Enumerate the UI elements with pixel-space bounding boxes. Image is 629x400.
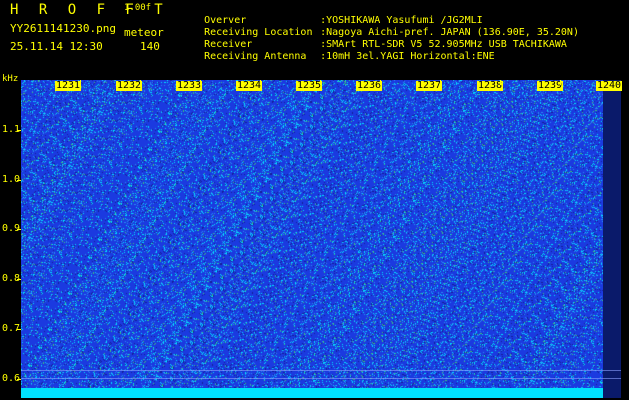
spectrogram-noise (21, 80, 603, 398)
bottom-level-band (21, 388, 603, 398)
meteor-label: meteor (124, 26, 164, 39)
x-time-label: 1233 (176, 80, 203, 91)
header-panel: H R O F F T 1.00f YY2611141230.png 25.11… (0, 0, 629, 80)
x-tick-mark (80, 80, 81, 85)
version-label: 1.00f (124, 3, 152, 13)
x-tick-mark (380, 80, 381, 85)
x-time-label: 1232 (116, 80, 143, 91)
file-name: YY2611141230.png (10, 22, 116, 35)
y-tick-mark (17, 229, 21, 230)
x-tick-mark (320, 80, 321, 85)
right-level-strip (603, 80, 621, 398)
x-time-label: 1231 (55, 80, 82, 91)
meteor-count: 140 (140, 40, 160, 53)
x-time-label: 1236 (356, 80, 383, 91)
x-tick-mark (560, 80, 561, 85)
x-time-label: 1234 (236, 80, 263, 91)
x-tick-mark (500, 80, 501, 85)
reference-line (21, 378, 621, 379)
meta-value: :10mH 3el.YAGI Horizontal:ENE (320, 51, 495, 62)
datetime-label: 25.11.14 12:30 (10, 40, 103, 53)
y-tick-mark (17, 279, 21, 280)
y-tick-mark (17, 329, 21, 330)
x-tick-mark (440, 80, 441, 85)
y-tick-mark (17, 180, 21, 181)
x-tick-mark (200, 80, 201, 85)
x-time-label: 1235 (296, 80, 323, 91)
y-unit-label: kHz (2, 74, 19, 84)
x-tick-mark (260, 80, 261, 85)
meta-row-antenna: Receiving Antenna :10mH 3el.YAGI Horizont… (180, 42, 495, 72)
meta-key: Receiving Antenna (204, 51, 307, 62)
y-tick-mark (17, 130, 21, 131)
x-time-label: 1240 (596, 80, 623, 91)
reference-line (21, 370, 621, 371)
x-time-label: 1237 (416, 80, 443, 91)
spectrogram-canvas[interactable] (21, 80, 603, 398)
y-tick-mark (17, 379, 21, 380)
x-tick-mark (140, 80, 141, 85)
